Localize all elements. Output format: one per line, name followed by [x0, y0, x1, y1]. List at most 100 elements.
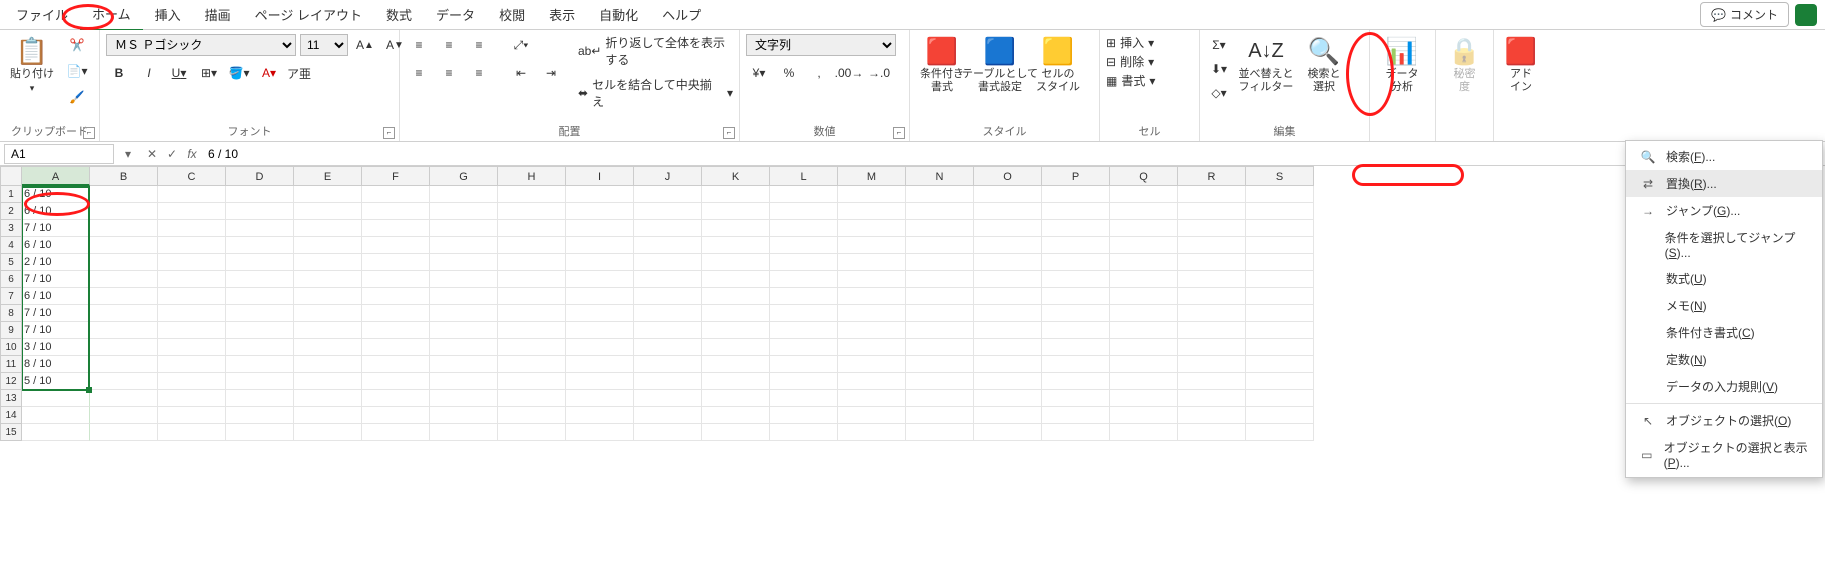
- cell[interactable]: [430, 254, 498, 271]
- cell[interactable]: [770, 288, 838, 305]
- border-button[interactable]: ⊞▾: [196, 62, 222, 84]
- cell[interactable]: [634, 373, 702, 390]
- cell[interactable]: [1042, 424, 1110, 441]
- cell[interactable]: [906, 271, 974, 288]
- column-header[interactable]: G: [430, 166, 498, 186]
- orientation-button[interactable]: ⤢▾: [508, 34, 534, 56]
- cell[interactable]: [770, 390, 838, 407]
- cell[interactable]: [634, 390, 702, 407]
- cell[interactable]: [838, 186, 906, 203]
- cell[interactable]: [1110, 271, 1178, 288]
- cell[interactable]: [974, 220, 1042, 237]
- cell[interactable]: [430, 305, 498, 322]
- cell[interactable]: [1042, 407, 1110, 424]
- cell[interactable]: [226, 373, 294, 390]
- cell[interactable]: [1042, 356, 1110, 373]
- cell[interactable]: [226, 288, 294, 305]
- cell[interactable]: 7 / 10: [22, 271, 90, 288]
- name-box[interactable]: [4, 144, 114, 164]
- cell[interactable]: [1110, 254, 1178, 271]
- cell[interactable]: [1178, 186, 1246, 203]
- cell[interactable]: [362, 373, 430, 390]
- row-header[interactable]: 3: [0, 220, 22, 237]
- paste-button[interactable]: 📋 貼り付け ▾: [6, 34, 58, 96]
- cell[interactable]: [634, 186, 702, 203]
- cell[interactable]: [1178, 339, 1246, 356]
- cell[interactable]: [430, 203, 498, 220]
- cell[interactable]: [362, 288, 430, 305]
- bold-button[interactable]: B: [106, 62, 132, 84]
- cell[interactable]: [1110, 322, 1178, 339]
- menu-tab-review[interactable]: 校閲: [487, 0, 537, 30]
- enter-formula-button[interactable]: ✓: [162, 144, 182, 164]
- cell[interactable]: [1178, 424, 1246, 441]
- find-select-button[interactable]: 🔍 検索と 選択: [1300, 34, 1348, 96]
- cell[interactable]: [362, 305, 430, 322]
- column-header[interactable]: M: [838, 166, 906, 186]
- cell[interactable]: [1246, 407, 1314, 424]
- cell[interactable]: [498, 237, 566, 254]
- cell[interactable]: [294, 424, 362, 441]
- cell[interactable]: [634, 271, 702, 288]
- cell[interactable]: [770, 186, 838, 203]
- increase-font-button[interactable]: A▲: [352, 34, 378, 56]
- cell[interactable]: [1110, 288, 1178, 305]
- cell[interactable]: 6 / 10: [22, 186, 90, 203]
- cell[interactable]: [1042, 186, 1110, 203]
- cell[interactable]: [974, 254, 1042, 271]
- cell[interactable]: [294, 390, 362, 407]
- cell[interactable]: [498, 407, 566, 424]
- align-center-button[interactable]: ≡: [436, 62, 462, 84]
- cell[interactable]: [1178, 305, 1246, 322]
- cell[interactable]: [566, 254, 634, 271]
- cell[interactable]: [90, 271, 158, 288]
- sensitivity-button[interactable]: 🔒秘密 度: [1442, 34, 1487, 96]
- cell[interactable]: [294, 254, 362, 271]
- menu-item[interactable]: ⇄置換(R)...: [1626, 170, 1822, 197]
- cell[interactable]: [294, 322, 362, 339]
- cell[interactable]: [702, 254, 770, 271]
- menu-item[interactable]: 条件付き書式(C): [1626, 319, 1822, 346]
- cell[interactable]: [362, 322, 430, 339]
- cell[interactable]: [702, 186, 770, 203]
- menu-tab-view[interactable]: 表示: [537, 0, 587, 30]
- cell[interactable]: [226, 424, 294, 441]
- cell[interactable]: [974, 339, 1042, 356]
- cell[interactable]: [22, 424, 90, 441]
- number-dialog-launcher[interactable]: ⌐: [893, 127, 905, 139]
- cells-area[interactable]: 6 / 106 / 107 / 106 / 102 / 107 / 106 / …: [22, 186, 1825, 441]
- cell[interactable]: [566, 407, 634, 424]
- cell[interactable]: [702, 424, 770, 441]
- cell[interactable]: [1246, 288, 1314, 305]
- cell[interactable]: [770, 237, 838, 254]
- cell[interactable]: [158, 373, 226, 390]
- row-header[interactable]: 1: [0, 186, 22, 203]
- cell[interactable]: [566, 220, 634, 237]
- cell[interactable]: [906, 373, 974, 390]
- cell[interactable]: [1042, 288, 1110, 305]
- cell[interactable]: [974, 424, 1042, 441]
- menu-tab-data[interactable]: データ: [424, 0, 487, 30]
- fill-handle[interactable]: [86, 387, 92, 393]
- cell[interactable]: [906, 254, 974, 271]
- font-name-select[interactable]: ＭＳ Ｐゴシック: [106, 34, 296, 56]
- cell[interactable]: [566, 203, 634, 220]
- cell[interactable]: [362, 356, 430, 373]
- cell[interactable]: [634, 220, 702, 237]
- cell[interactable]: [90, 237, 158, 254]
- delete-cells-button[interactable]: ⊟削除 ▾: [1106, 53, 1154, 70]
- row-header[interactable]: 5: [0, 254, 22, 271]
- cell[interactable]: [770, 305, 838, 322]
- cell[interactable]: [1246, 339, 1314, 356]
- menu-tab-formulas[interactable]: 数式: [374, 0, 424, 30]
- menu-tab-home[interactable]: ホーム: [80, 0, 143, 31]
- cell[interactable]: [1246, 322, 1314, 339]
- cell[interactable]: [566, 322, 634, 339]
- cell[interactable]: [158, 186, 226, 203]
- cancel-formula-button[interactable]: ✕: [142, 144, 162, 164]
- align-top-button[interactable]: ≡: [406, 34, 432, 56]
- cell[interactable]: [838, 305, 906, 322]
- row-header[interactable]: 12: [0, 373, 22, 390]
- cell[interactable]: [498, 390, 566, 407]
- cell[interactable]: [90, 203, 158, 220]
